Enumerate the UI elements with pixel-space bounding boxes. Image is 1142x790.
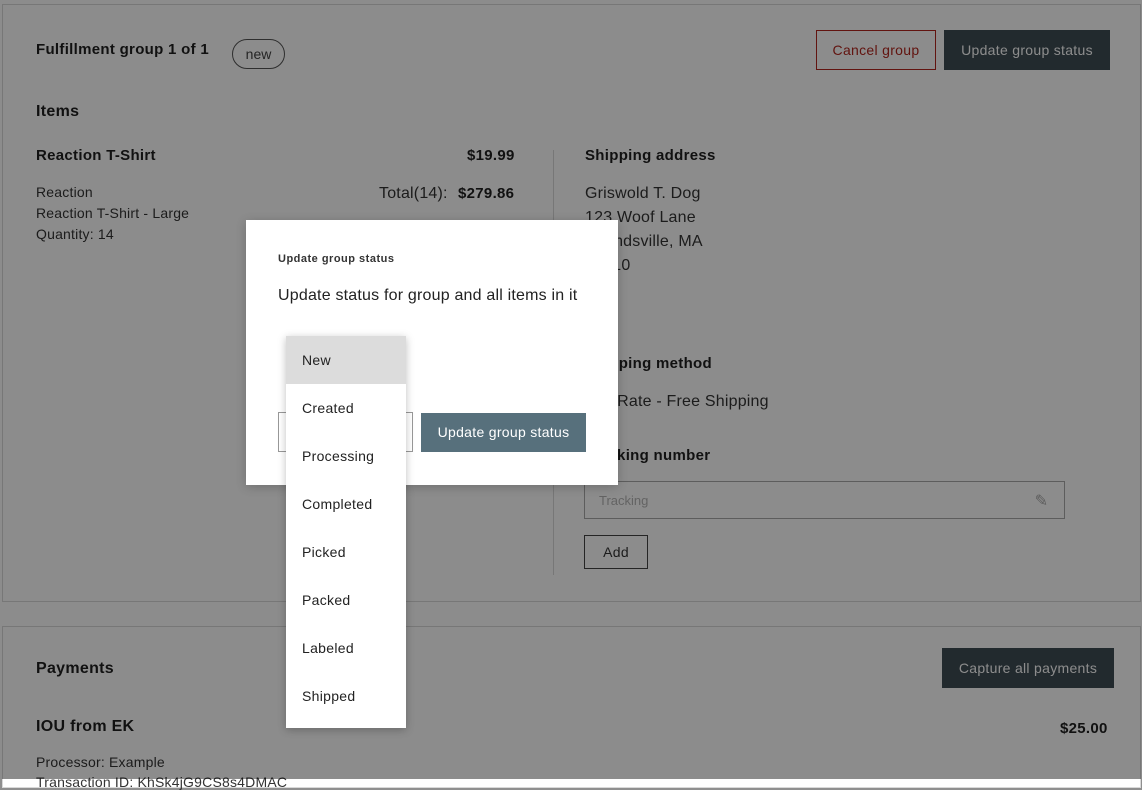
- status-option-new[interactable]: New: [286, 336, 406, 384]
- status-option-picked[interactable]: Picked: [286, 528, 406, 576]
- modal-update-group-status-button[interactable]: Update group status: [421, 413, 586, 452]
- status-option-completed[interactable]: Completed: [286, 480, 406, 528]
- status-option-labeled[interactable]: Labeled: [286, 624, 406, 672]
- modal-kicker: Update group status: [278, 253, 395, 265]
- status-option-processing[interactable]: Processing: [286, 432, 406, 480]
- status-option-created[interactable]: Created: [286, 384, 406, 432]
- status-option-packed[interactable]: Packed: [286, 576, 406, 624]
- status-option-shipped[interactable]: Shipped: [286, 672, 406, 720]
- status-dropdown-menu: New Created Processing Completed Picked …: [286, 336, 406, 728]
- modal-description: Update status for group and all items in…: [278, 287, 578, 304]
